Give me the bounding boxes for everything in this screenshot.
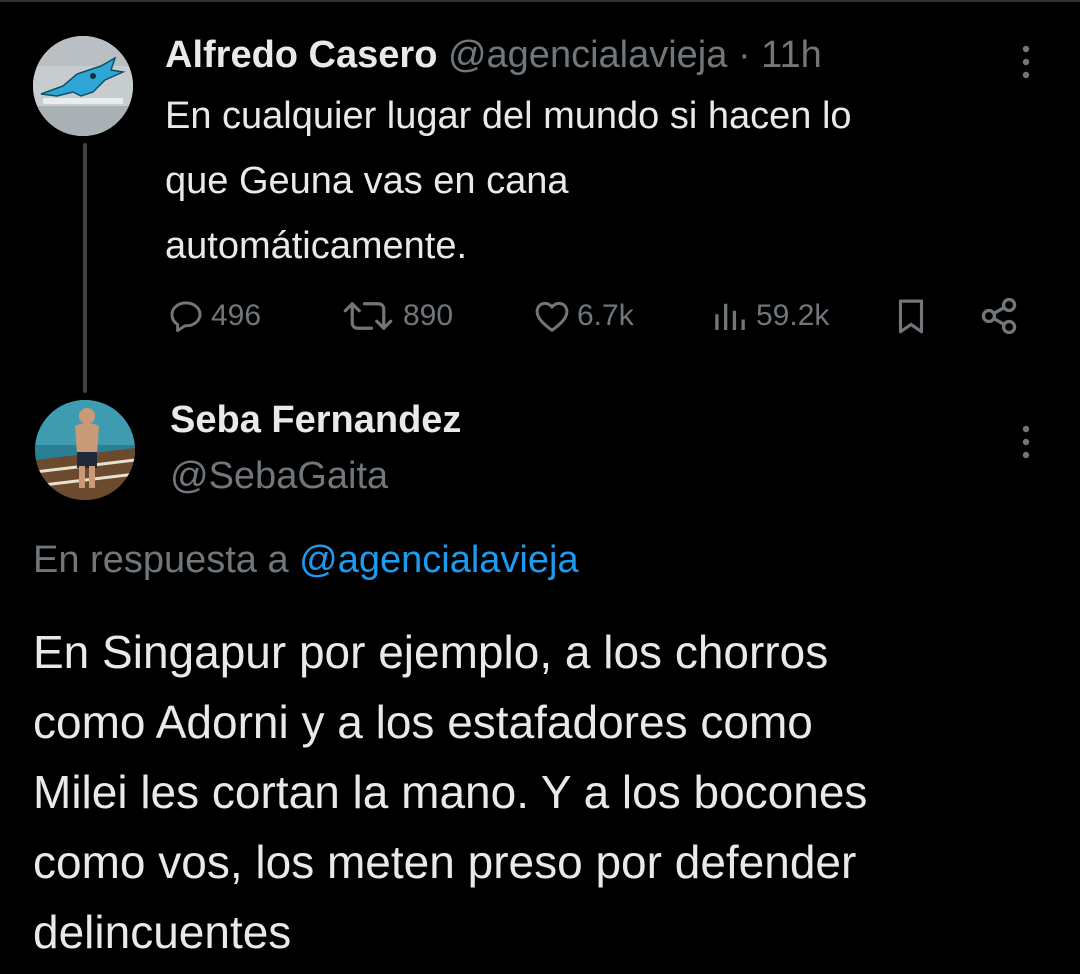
reply-tweet-text: En Singapur por ejemplo, a los chorros c… (33, 626, 868, 958)
author-handle[interactable]: @agencialavieja (448, 34, 727, 76)
views-button[interactable]: 59.2k (710, 290, 829, 342)
tweet-timestamp[interactable]: 11h (761, 34, 822, 76)
share-icon (981, 297, 1017, 335)
retweet-button[interactable]: 890 (337, 290, 453, 342)
reply-icon (170, 301, 202, 333)
reply-count: 496 (211, 299, 262, 332)
parent-tweet-text: En cualquier lugar del mundo si hacen lo… (165, 95, 852, 267)
tweet-action-bar: 496 890 6.7k 59.2k (165, 290, 1035, 342)
separator-dot: · (737, 34, 751, 76)
like-count: 6.7k (577, 299, 634, 332)
share-button[interactable] (977, 290, 1025, 342)
retweet-icon (343, 302, 393, 330)
parent-tweet-header: Alfredo Casero @agencialavieja · 11h (165, 32, 822, 78)
reply-author-handle[interactable]: @SebaGaita (170, 452, 388, 500)
reply-author-name[interactable]: Seba Fernandez (170, 396, 461, 444)
reply-button[interactable]: 496 (165, 290, 261, 342)
reply-prefix: En respuesta a (33, 539, 289, 581)
like-icon (535, 301, 569, 332)
views-count: 59.2k (756, 299, 830, 332)
like-button[interactable]: 6.7k (531, 290, 634, 342)
top-divider (0, 0, 1080, 2)
retweet-count: 890 (403, 299, 454, 332)
avatar-seba-fernandez[interactable] (35, 400, 135, 500)
reply-mention-link[interactable]: @agencialavieja (299, 539, 578, 581)
reply-more-icon[interactable] (1016, 424, 1036, 460)
avatar-image (35, 400, 135, 500)
views-icon (715, 303, 745, 330)
thread-connector-line (83, 143, 87, 393)
avatar-alfredo-casero[interactable] (33, 36, 133, 136)
bookmark-button[interactable] (890, 290, 936, 342)
more-icon[interactable] (1016, 44, 1036, 80)
replying-to-line: En respuesta a @agencialavieja (33, 534, 579, 586)
bookmark-icon (898, 299, 924, 334)
author-name[interactable]: Alfredo Casero (165, 34, 437, 76)
avatar-image (33, 36, 133, 136)
